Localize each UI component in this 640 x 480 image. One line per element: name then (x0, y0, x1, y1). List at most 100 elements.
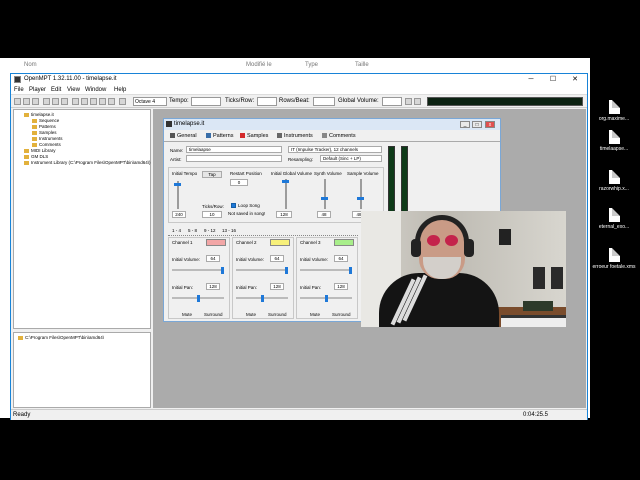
maximize-button[interactable]: ☐ (543, 75, 563, 85)
tempo-input[interactable] (191, 97, 221, 106)
channel-1-surround[interactable]: Surround (204, 312, 223, 317)
igv-value[interactable]: 128 (276, 211, 292, 218)
channel-2-pan-value[interactable]: 128 (270, 283, 284, 290)
tree-item-instrument-library[interactable]: Instrument Library (C:\Program Files\Ope… (24, 160, 151, 165)
cut-icon[interactable] (43, 98, 50, 105)
child-maximize-button[interactable]: □ (472, 121, 482, 128)
channel-3-vol-thumb[interactable] (349, 267, 352, 274)
column-modified[interactable]: Modifié le (246, 62, 272, 68)
tab-patterns[interactable]: Patterns (206, 133, 233, 139)
tempo-value[interactable]: 240 (172, 211, 186, 218)
channel-2-color[interactable] (270, 239, 290, 246)
tap-button[interactable]: Tap (202, 171, 222, 178)
channel-3-color[interactable] (334, 239, 354, 246)
minimize-button[interactable]: ─ (521, 75, 541, 85)
menu-help[interactable]: Help (114, 87, 126, 93)
desktop-file-icon[interactable]: timelaapse... (588, 130, 640, 152)
sample-slider-track[interactable] (360, 179, 362, 209)
child-title-bar[interactable]: timelapse.it _ □ x (164, 119, 500, 130)
play-pattern-icon[interactable] (99, 98, 106, 105)
desktop-file-icon[interactable]: razorwhip.x... (588, 170, 640, 192)
channel-2-vol-value[interactable]: 64 (270, 255, 284, 262)
browser-path[interactable]: C:\Program Files\OpenMPT\bin\amd64\ (18, 335, 104, 340)
channel-3-vol-value[interactable]: 64 (334, 255, 348, 262)
channel-1-pan-thumb[interactable] (197, 295, 200, 302)
menu-window[interactable]: Window (85, 87, 106, 93)
ticks-row-input[interactable] (257, 97, 277, 106)
title-bar[interactable]: OpenMPT 1.32.11.00 - timelapse.it ─ ☐ ✕ (11, 74, 587, 86)
resampling-dropdown[interactable]: Default (Sinc + LP) (320, 155, 382, 162)
child-minimize-button[interactable]: _ (460, 121, 470, 128)
channel-tab-13-16[interactable]: 13 - 16 (222, 228, 236, 233)
menu-edit[interactable]: Edit (51, 87, 61, 93)
ticks-row-value[interactable]: 10 (202, 211, 222, 218)
menu-player[interactable]: Player (29, 87, 46, 93)
channel-2-vol-slider[interactable] (236, 269, 288, 271)
artist-input[interactable] (186, 155, 282, 162)
new-file-icon[interactable] (14, 98, 21, 105)
tree-item-comments[interactable]: Comments (32, 142, 61, 147)
tempo-slider-thumb[interactable] (174, 183, 181, 186)
channel-2-surround[interactable]: Surround (268, 312, 287, 317)
channel-3-mute[interactable]: Mute (310, 312, 320, 317)
igv-slider-thumb[interactable] (282, 180, 289, 183)
desktop-file-icon[interactable]: erroeur foetale.xms (588, 248, 640, 270)
name-input[interactable]: timelaapse (186, 146, 282, 153)
tree-item-patterns[interactable]: Patterns (32, 124, 56, 129)
restart-position-value[interactable]: 0 (230, 179, 248, 186)
synth-slider-thumb[interactable] (321, 197, 328, 200)
tab-general[interactable]: General (170, 133, 197, 139)
tab-instruments[interactable]: Instruments (277, 133, 313, 139)
sample-slider-thumb[interactable] (357, 197, 364, 200)
synth-slider-track[interactable] (324, 179, 326, 209)
channel-3-pan-thumb[interactable] (325, 295, 328, 302)
channel-2-vol-thumb[interactable] (285, 267, 288, 274)
igv-slider-track[interactable] (285, 179, 287, 209)
tree-item-instruments[interactable]: Instruments (32, 136, 63, 141)
pause-icon[interactable] (81, 98, 88, 105)
format-dropdown[interactable]: IT (Impulse Tracker), 12 channels (288, 146, 382, 153)
tab-samples[interactable]: Samples (240, 133, 268, 139)
child-close-button[interactable]: x (485, 121, 495, 128)
channel-1-vol-value[interactable]: 64 (206, 255, 220, 262)
channel-3-vol-slider[interactable] (300, 269, 352, 271)
column-type[interactable]: Type (305, 62, 318, 68)
stop-icon[interactable] (90, 98, 97, 105)
channel-1-color[interactable] (206, 239, 226, 246)
channel-1-vol-slider[interactable] (172, 269, 224, 271)
channel-tab-9-12[interactable]: 9 - 12 (204, 228, 216, 233)
channel-3-surround[interactable]: Surround (332, 312, 351, 317)
channel-2-mute[interactable]: Mute (246, 312, 256, 317)
channel-1-mute[interactable]: Mute (182, 312, 192, 317)
menu-file[interactable]: File (14, 87, 24, 93)
channel-1-vol-thumb[interactable] (221, 267, 224, 274)
octave-select[interactable]: Octave 4 (133, 97, 167, 106)
channel-tab-1-4[interactable]: 1 - 4 (172, 228, 181, 233)
paste-icon[interactable] (61, 98, 68, 105)
tab-comments[interactable]: Comments (322, 133, 356, 139)
tree-item-gm-dls[interactable]: GM DLS (24, 154, 48, 159)
tree-item-module[interactable]: timelapse.it (24, 112, 54, 117)
channel-2-pan-thumb[interactable] (261, 295, 264, 302)
tree-item-samples[interactable]: Samples (32, 130, 57, 135)
column-size[interactable]: Taille (355, 62, 369, 68)
desktop-file-icon[interactable]: org.maxime... (588, 100, 640, 122)
tree-item-sequence[interactable]: Sequence (32, 118, 59, 123)
metronome-icon[interactable] (119, 98, 126, 105)
close-button[interactable]: ✕ (565, 75, 585, 85)
vu-toggle-icon[interactable] (405, 98, 412, 105)
loop-song-checkbox[interactable] (231, 203, 236, 208)
channel-3-pan-value[interactable]: 128 (334, 283, 348, 290)
settings-icon[interactable] (414, 98, 421, 105)
global-volume-input[interactable] (382, 97, 402, 106)
channel-1-pan-value[interactable]: 128 (206, 283, 220, 290)
desktop-file-icon[interactable]: eternal_exo... (588, 208, 640, 230)
menu-view[interactable]: View (67, 87, 80, 93)
save-file-icon[interactable] (32, 98, 39, 105)
open-file-icon[interactable] (23, 98, 30, 105)
column-name[interactable]: Nom (24, 62, 37, 68)
tree-item-midi-library[interactable]: MIDI Library (24, 148, 56, 153)
synth-volume-value[interactable]: 48 (317, 211, 331, 218)
record-icon[interactable] (108, 98, 115, 105)
channel-tab-5-8[interactable]: 5 - 8 (188, 228, 197, 233)
